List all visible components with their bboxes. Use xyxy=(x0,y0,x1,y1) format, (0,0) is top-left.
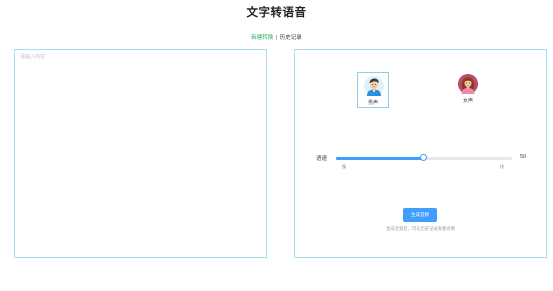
text-input[interactable] xyxy=(15,50,266,257)
generate-hint: 生成音频后，可在历史记录查看详情 xyxy=(386,226,455,231)
voice-label-male: 男声 xyxy=(367,100,378,106)
male-avatar-icon xyxy=(364,76,384,96)
generate-audio-button[interactable]: 生成音频 xyxy=(403,208,437,222)
text-input-panel xyxy=(14,49,267,258)
speed-max-label: 快 xyxy=(500,164,504,169)
settings-panel: 男声 女声 语速 50 慢 快 生成音频 生成音频后，可在历史记录查看详情 xyxy=(294,49,547,258)
female-avatar-icon xyxy=(458,74,478,94)
speed-min-label: 慢 xyxy=(342,164,346,169)
speed-slider-fill xyxy=(336,157,424,160)
tab-history[interactable]: 历史记录 xyxy=(280,35,302,41)
voice-label-female: 女声 xyxy=(462,98,473,104)
speed-slider[interactable] xyxy=(336,154,512,161)
page-title: 文字转语音 xyxy=(246,7,307,19)
tab-new-conversion[interactable]: 新建转换 xyxy=(251,35,273,41)
nav-separator: | xyxy=(275,35,278,41)
speed-value: 50 xyxy=(520,154,527,160)
voice-option-female[interactable]: 女声 xyxy=(452,72,484,108)
top-nav: 新建转换 | 历史记录 xyxy=(0,33,553,41)
speed-slider-thumb[interactable] xyxy=(420,154,427,161)
speed-label: 语速 xyxy=(316,156,328,162)
voice-option-male[interactable]: 男声 xyxy=(357,72,389,108)
